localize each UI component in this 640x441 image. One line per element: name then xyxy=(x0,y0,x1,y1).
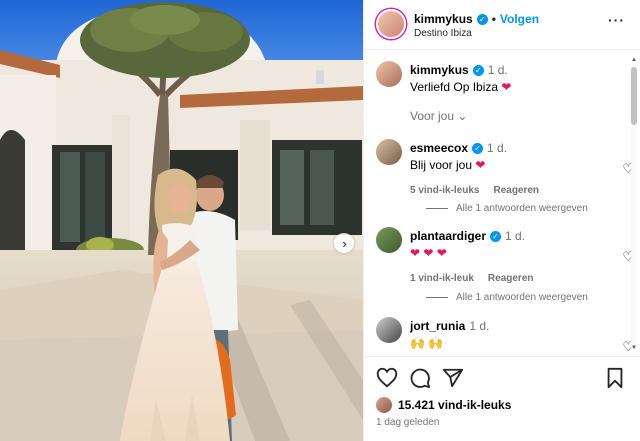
comment-meta: 1 vind-ik-leuk Reageren xyxy=(410,273,533,284)
view-replies-link[interactable]: Alle 1 antwoorden weergeven xyxy=(426,203,588,214)
avatar[interactable] xyxy=(376,317,402,343)
reply-button[interactable]: Reageren xyxy=(493,185,539,196)
post-details-panel: kimmykus ✓ • Volgen Destino Ibiza ··· ki… xyxy=(363,0,640,441)
for-you-label: Voor jou xyxy=(410,109,455,123)
chevron-right-icon: › xyxy=(342,235,347,251)
comment-header: esmeecox ✓ 1 d. xyxy=(410,141,507,155)
view-replies-label: Alle 1 antwoorden weergeven xyxy=(456,203,588,214)
avatar[interactable] xyxy=(376,227,402,253)
likes-count[interactable]: 15.421 vind-ik-leuks xyxy=(398,398,511,412)
author-username[interactable]: kimmykus xyxy=(414,12,473,26)
comment-header: jort_runia 1 d. xyxy=(410,319,489,333)
comment-likes[interactable]: 1 vind-ik-leuk xyxy=(410,273,474,284)
caption-header: kimmykus ✓ 1 d. xyxy=(410,63,508,77)
follow-button[interactable]: Volgen xyxy=(500,12,539,26)
view-replies-link[interactable]: Alle 1 antwoorden weergeven xyxy=(426,292,588,303)
comment-text-line: 🙌 🙌 xyxy=(410,336,443,350)
comment-time: 1 d. xyxy=(505,229,526,243)
likes-summary[interactable]: 15.421 vind-ik-leuks xyxy=(376,397,511,413)
comments-list: kimmykus ✓ 1 d. Verliefd Op Ibiza ❤ Voor… xyxy=(364,51,640,356)
comment-meta: 5 vind-ik-leuks Reageren xyxy=(410,185,539,196)
separator-dot: • xyxy=(491,12,496,26)
scroll-thumb[interactable] xyxy=(631,67,637,125)
caption-time: 1 d. xyxy=(487,63,508,77)
heart-emoji-icon: ❤ xyxy=(475,158,486,172)
comment-username[interactable]: esmeecox xyxy=(410,141,468,155)
reply-line xyxy=(426,208,448,209)
liker-avatar xyxy=(376,397,392,413)
comment-text-line: Blij voor jou ❤ xyxy=(410,158,485,172)
comment-username[interactable]: plantaardiger xyxy=(410,229,486,243)
heart-emoji-icon: ❤ xyxy=(501,80,512,94)
raised-hands-emoji-icon: 🙌 🙌 xyxy=(410,336,444,350)
post-header: kimmykus ✓ • Volgen Destino Ibiza ··· xyxy=(364,0,640,50)
comment-header: plantaardiger ✓ 1 d. xyxy=(410,229,525,243)
heart-emoji-icon: ❤ ❤ ❤ xyxy=(410,246,447,260)
more-options-icon[interactable]: ··· xyxy=(608,12,625,28)
bookmark-icon[interactable] xyxy=(604,367,626,389)
post-date: 1 dag geleden xyxy=(376,417,440,428)
verified-badge-icon: ✓ xyxy=(476,13,488,25)
post-location[interactable]: Destino Ibiza xyxy=(414,28,472,39)
avatar[interactable] xyxy=(376,139,402,165)
post-actions: 15.421 vind-ik-leuks 1 dag geleden xyxy=(364,356,640,441)
comment-likes[interactable]: 5 vind-ik-leuks xyxy=(410,185,479,196)
next-photo-button[interactable]: › xyxy=(334,233,354,253)
author-avatar[interactable] xyxy=(376,9,406,39)
post-image xyxy=(0,0,363,441)
reply-button[interactable]: Reageren xyxy=(488,273,534,284)
comment-text-line: ❤ ❤ ❤ xyxy=(410,246,447,260)
scroll-down-arrow-icon[interactable]: ▼ xyxy=(631,345,637,351)
for-you-toggle[interactable]: Voor jou ⌄ xyxy=(410,109,467,123)
author-line: kimmykus ✓ • Volgen xyxy=(414,12,539,26)
verified-badge-icon: ✓ xyxy=(472,64,484,76)
caption-text-line: Verliefd Op Ibiza ❤ xyxy=(410,80,511,94)
chevron-down-icon: ⌄ xyxy=(457,109,468,123)
comment-time: 1 d. xyxy=(487,141,508,155)
caption-username[interactable]: kimmykus xyxy=(410,63,469,77)
share-icon[interactable] xyxy=(442,367,464,389)
caption-text: Verliefd Op Ibiza xyxy=(410,80,499,94)
avatar[interactable] xyxy=(376,61,402,87)
comments-scrollbar[interactable]: ▲ ▼ xyxy=(631,57,637,352)
comment-time: 1 d. xyxy=(469,319,490,333)
verified-badge-icon: ✓ xyxy=(490,230,502,242)
comment-icon[interactable] xyxy=(409,367,431,389)
reply-line xyxy=(426,297,448,298)
verified-badge-icon: ✓ xyxy=(472,142,484,154)
comment-text: Blij voor jou xyxy=(410,158,473,172)
scroll-up-arrow-icon[interactable]: ▲ xyxy=(631,57,637,63)
post-photo[interactable]: › xyxy=(0,0,363,441)
comment-item: jort_runia 1 d. 🙌 🙌 ♡ xyxy=(376,317,634,356)
comment-username[interactable]: jort_runia xyxy=(410,319,465,333)
heart-icon[interactable] xyxy=(376,367,398,389)
view-replies-label: Alle 1 antwoorden weergeven xyxy=(456,292,588,303)
